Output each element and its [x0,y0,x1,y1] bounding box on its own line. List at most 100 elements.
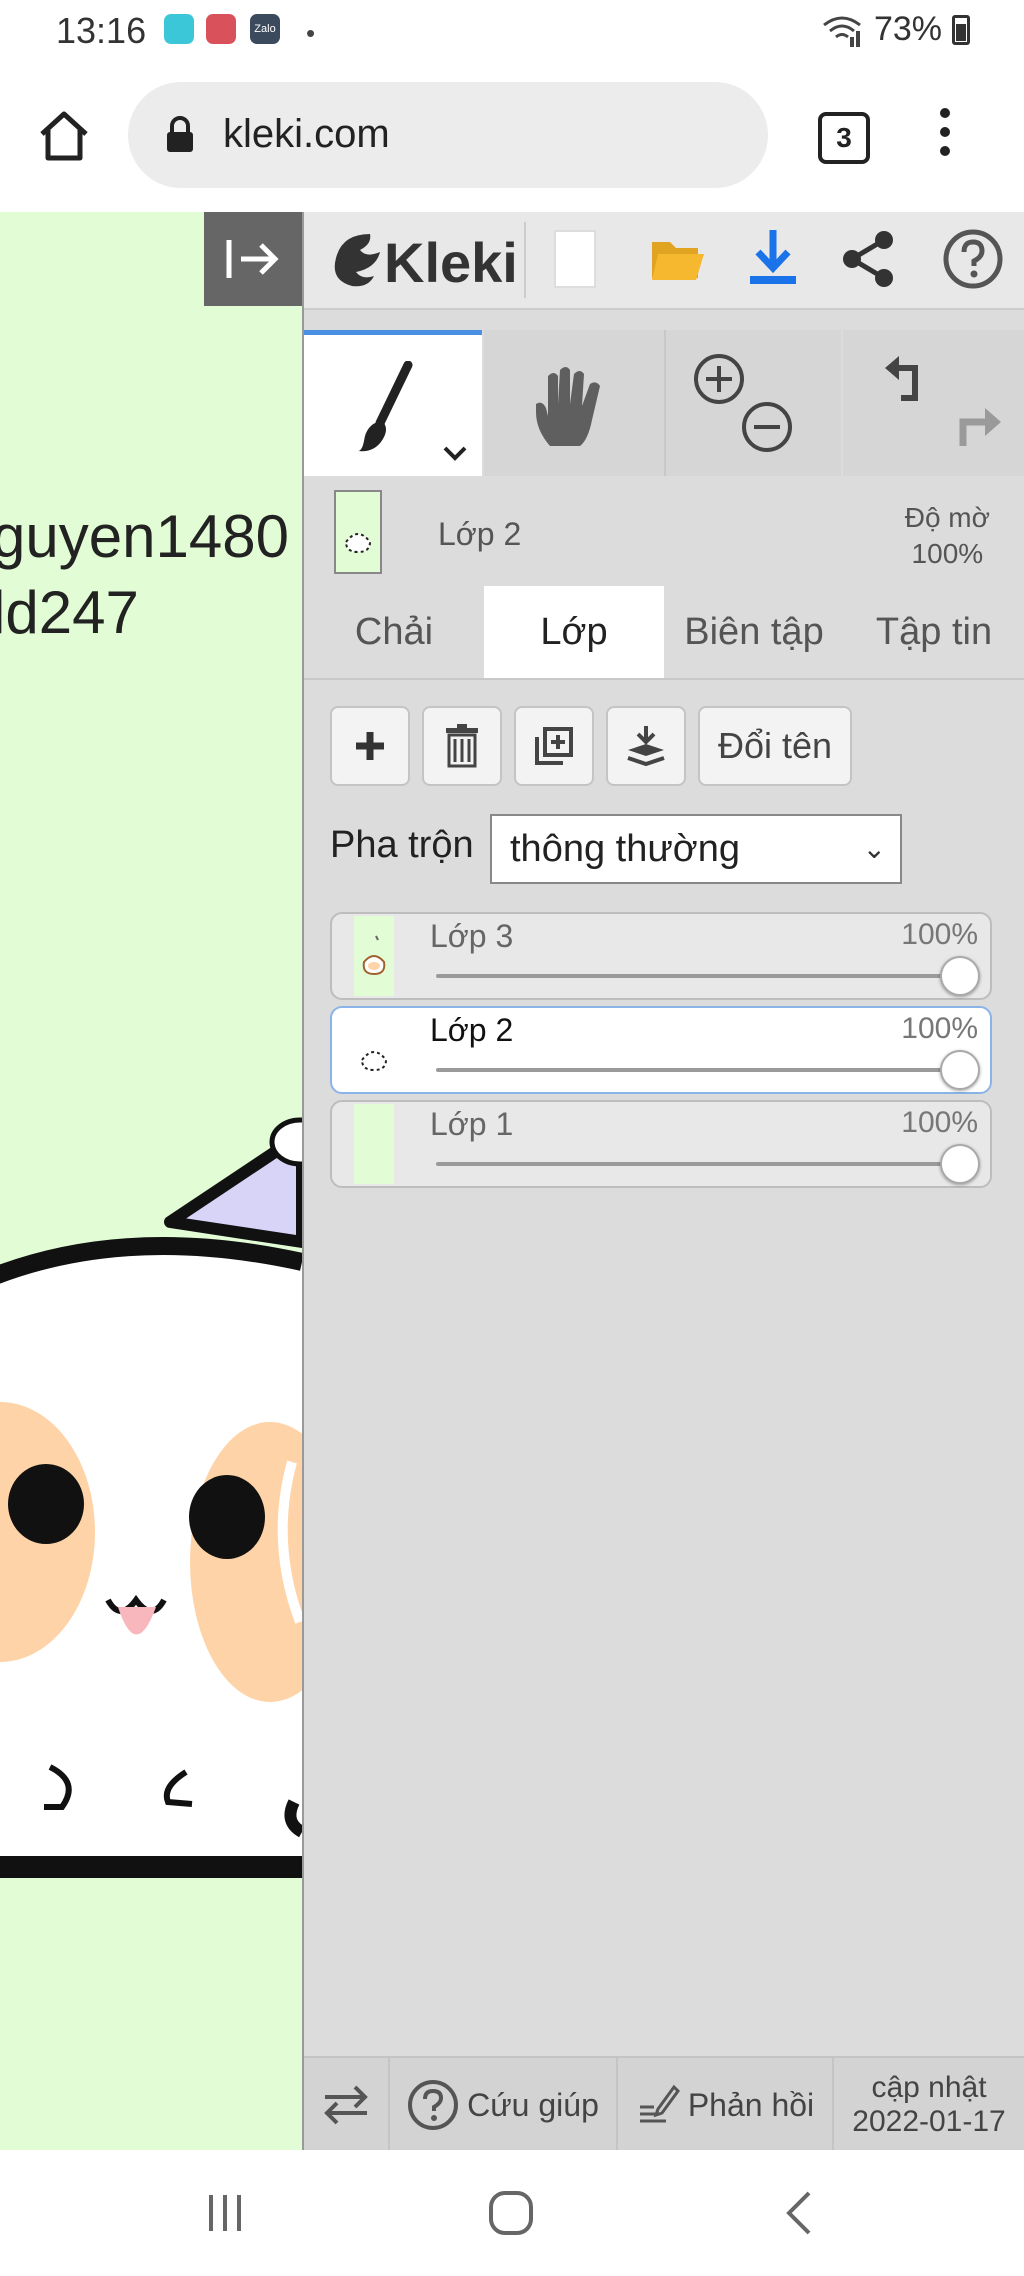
browser-toolbar: kleki.com 3 [0,62,1024,214]
tab-layers[interactable]: Lớp [484,586,664,678]
tab-edit[interactable]: Biên tập [664,586,844,678]
hamster-drawing [0,1117,302,1902]
opacity-slider-track[interactable] [436,1068,954,1072]
current-layer-name: Lớp 2 [438,516,522,552]
layer-item[interactable]: Lớp 3 100% [330,912,992,1000]
layer-opacity: 100% [901,1012,978,1045]
tab-file[interactable]: Tập tin [844,586,1024,678]
messenger-app-icon [164,14,194,44]
help-icon[interactable] [942,228,1004,290]
panel-tabs: Chải Lớp Biên tập Tập tin [304,586,1024,680]
blend-mode-label: Pha trộn [330,824,474,866]
blend-mode-select[interactable]: thông thường ⌄ [490,814,902,884]
rename-layer-button[interactable]: Đổi tên [698,706,852,786]
zalo-app-icon: Zalo [250,14,280,44]
recent-apps-button[interactable] [190,2180,260,2246]
swap-side-button[interactable] [304,2058,390,2152]
redo-icon[interactable] [949,398,1005,454]
zoom-in-icon[interactable] [692,352,746,406]
duplicate-layer-button[interactable] [514,706,594,786]
layer-item[interactable]: Lớp 2 100% [330,1006,992,1094]
zoom-out-icon[interactable] [740,400,794,454]
back-icon [786,2191,811,2235]
help-label: Cứu giúp [467,2086,599,2123]
layer-thumbnail [354,916,394,996]
browser-menu-icon[interactable] [940,108,952,165]
add-layer-button[interactable] [330,706,410,786]
trash-icon [446,724,478,768]
tool-row [304,330,1024,476]
current-layer-opacity: Độ mờ 100% [905,500,990,572]
status-bar: 13:16 Zalo • 73% [0,0,1024,62]
home-icon[interactable] [36,108,92,164]
layer-thumbnail [354,1104,394,1184]
back-nav-button[interactable] [764,2180,834,2246]
history-tool [843,330,1024,476]
share-icon[interactable] [840,230,896,288]
panel-header: Kleki [304,212,1024,310]
updated-date: 2022-01-17 [852,2105,1006,2138]
home-nav-button[interactable] [476,2180,546,2246]
layer-name: Lớp 2 [430,1012,514,1048]
opacity-slider-handle[interactable] [940,1144,980,1184]
download-icon[interactable] [746,226,800,290]
merge-layer-button[interactable] [606,706,686,786]
current-layer-info: Lớp 2 Độ mờ 100% [304,478,1024,578]
status-right: 73% [820,10,970,49]
opacity-slider-track[interactable] [436,1162,954,1166]
feedback-button[interactable]: Phản hồi [618,2058,834,2152]
blend-mode-value: thông thường [510,828,740,870]
duplicate-icon [535,727,573,765]
opacity-value: 100% [911,538,984,569]
collapse-panel-button[interactable] [204,212,302,306]
chevron-down-icon: ⌄ [862,833,886,864]
battery-icon [952,14,970,45]
system-navigation-bar [0,2150,1024,2276]
update-info[interactable]: cập nhật 2022-01-17 [834,2058,1024,2152]
hand-tool-button[interactable] [484,330,666,476]
layer-name: Lớp 1 [430,1106,514,1142]
updated-label: cập nhật [871,2071,987,2104]
kleki-logo-icon [334,234,380,287]
opacity-label: Độ mờ [904,502,990,533]
collapse-arrow-icon [226,240,279,278]
layer-item[interactable]: Lớp 1 100% [330,1100,992,1188]
layer-name: Lớp 3 [430,918,514,954]
delete-layer-button[interactable] [422,706,502,786]
brush-icon [358,361,413,452]
address-bar[interactable]: kleki.com [128,82,768,188]
panel-footer: Cứu giúp Phản hồi cập nhật 2022-01-17 [304,2056,1024,2152]
open-folder-icon[interactable] [648,230,706,288]
help-circle-icon [408,2080,459,2130]
layer-thumbnail [354,1010,394,1090]
status-time: 13:16 [56,10,147,51]
zoom-tool [666,330,841,476]
home-nav-icon [489,2191,533,2235]
tab-count-button[interactable]: 3 [818,112,870,164]
url-text: kleki.com [223,112,390,156]
battery-percent: 73% [873,10,942,48]
layer-buttons: Đổi tên [304,706,1024,790]
side-panel: Kleki Lớp 2 Độ mờ 100% Chải Lớp Biên tập… [304,212,1024,2152]
layer-opacity: 100% [901,1106,978,1139]
recent-apps-icon [209,2195,241,2231]
merge-down-icon [627,726,665,767]
canvas-text-line-2: ld247 [0,579,139,646]
undo-icon[interactable] [879,350,933,404]
current-layer-thumbnail [334,490,382,574]
hand-icon [536,367,600,446]
game-app-icon [206,14,236,44]
plus-icon [356,732,384,760]
chevron-down-icon[interactable] [442,445,468,463]
canvas-text-line-1: guyen1480 [0,503,289,570]
tab-brush[interactable]: Chải [304,586,484,678]
notification-dot: • [306,18,316,48]
help-button[interactable]: Cứu giúp [390,2058,618,2152]
drawing-canvas[interactable]: guyen1480 ld247 [0,212,304,2150]
new-image-icon[interactable] [554,230,596,288]
feedback-icon [639,2084,680,2123]
opacity-slider-handle[interactable] [940,1050,980,1090]
opacity-slider-track[interactable] [436,974,954,978]
brush-tool-button[interactable] [304,330,482,476]
opacity-slider-handle[interactable] [940,956,980,996]
